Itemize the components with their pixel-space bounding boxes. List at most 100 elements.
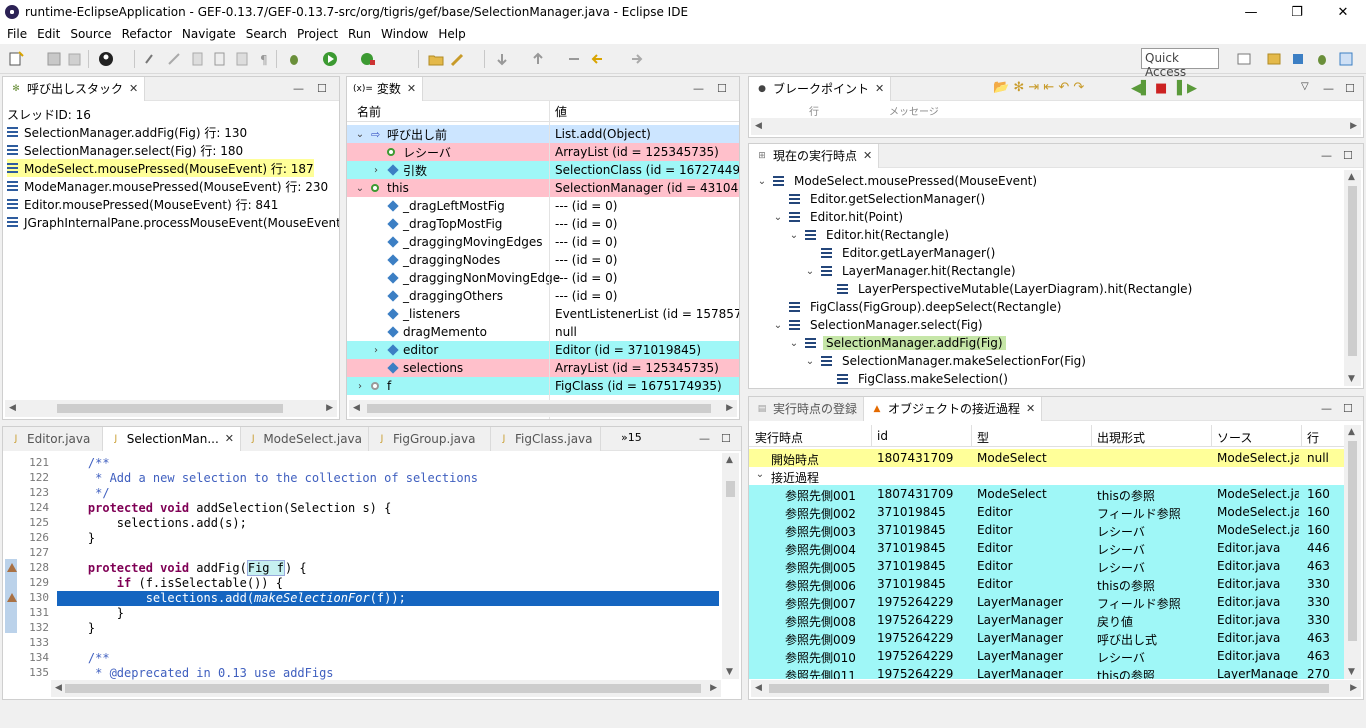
close-icon[interactable]: ✕ — [863, 149, 872, 162]
expand-chevron-icon[interactable]: ⌄ — [803, 356, 817, 367]
expand-chevron-icon[interactable]: ⌄ — [771, 320, 785, 331]
callstack-tab[interactable]: ✻ 呼び出しスタック ✕ — [3, 77, 146, 101]
menu-source[interactable]: Source — [65, 27, 116, 41]
stack-frame[interactable]: ModeManager.mousePressed(MouseEvent) 行: … — [7, 177, 328, 195]
menu-window[interactable]: Window — [376, 27, 433, 41]
value-column-header[interactable]: 値 — [555, 103, 567, 120]
java-ee-perspective-icon[interactable] — [1290, 51, 1306, 67]
tab-figgroup[interactable]: J FigGroup.java — [369, 427, 491, 451]
variable-row[interactable]: dragMemento null — [347, 323, 739, 341]
table-row[interactable]: 開始時点 1807431709 ModeSelect ModeSelect.java n… — [749, 449, 1346, 467]
expand-chevron-icon[interactable]: ⌄ — [753, 469, 767, 480]
variable-row[interactable]: › editor Editor (id = 371019845) — [347, 341, 739, 359]
save-all-icon[interactable] — [66, 51, 82, 67]
tree-node[interactable]: LayerPerspectiveMutable(LayerDiagram).hi… — [749, 280, 1363, 298]
tree-node[interactable]: Editor.getLayerManager() — [749, 244, 1363, 262]
prev-annotation-icon[interactable] — [530, 51, 546, 67]
save-icon[interactable] — [46, 51, 62, 67]
maximize-icon[interactable]: ☐ — [317, 82, 327, 95]
close-button[interactable]: ✕ — [1320, 0, 1366, 24]
minimize-icon[interactable]: — — [1323, 82, 1334, 95]
maximize-icon[interactable]: ☐ — [1343, 149, 1353, 162]
code-line[interactable]: 135 * @deprecated in 0.13 use addFigs — [3, 666, 719, 681]
java-perspective-icon[interactable] — [1266, 51, 1282, 67]
column-divider[interactable] — [1301, 425, 1302, 447]
person-icon[interactable] — [98, 51, 114, 67]
menu-help[interactable]: Help — [433, 27, 470, 41]
code-line[interactable]: 121 /** — [3, 456, 719, 471]
code-editor[interactable]: 121 /** 122 * Add a new selection to the … — [3, 451, 741, 699]
minimize-icon[interactable]: — — [693, 82, 704, 95]
stack-frame[interactable]: SelectionManager.addFig(Fig) 行: 130 — [7, 123, 247, 141]
menu-file[interactable]: File — [2, 27, 32, 41]
column-header[interactable]: 出現形式 — [1097, 429, 1145, 446]
horizontal-scrollbar[interactable]: ◀ ▶ — [751, 118, 1361, 135]
code-line[interactable]: 131 } — [3, 606, 719, 621]
code-line[interactable]: 125 selections.add(s); — [3, 516, 719, 531]
table-row[interactable]: 参照先側011 1975264229 LayerManager thisの参照 Laye… — [749, 665, 1346, 679]
tree-node[interactable]: ⌄ SelectionManager.makeSelectionFor(Fig) — [749, 352, 1363, 370]
table-row[interactable]: 参照先側008 1975264229 LayerManager 戻り値 Editor.j… — [749, 611, 1346, 629]
expand-chevron-icon[interactable]: ⌄ — [755, 176, 769, 187]
variable-row[interactable]: _dragLeftMostFig --- (id = 0) — [347, 197, 739, 215]
horizontal-scrollbar[interactable]: ◀ ▶ — [5, 400, 337, 417]
code-line[interactable]: 130 selections.add(makeSelectionFor(f)); — [29, 591, 719, 606]
stack-frame[interactable]: Editor.mousePressed(MouseEvent) 行: 841 — [7, 195, 278, 213]
tree-node[interactable]: FigClass(FigGroup).deepSelect(Rectangle) — [749, 298, 1363, 316]
terminate-icon[interactable]: ■ — [1155, 81, 1167, 96]
variable-row[interactable]: レシーバ ArrayList (id = 125345735) — [347, 143, 739, 161]
maximize-button[interactable]: ❐ — [1274, 0, 1320, 24]
table-row[interactable]: 参照先側004 371019845 Editor レシーバ Editor.java 446 — [749, 539, 1346, 557]
paragraph-icon[interactable]: ¶ — [256, 51, 272, 67]
forward-icon[interactable] — [628, 51, 644, 67]
document-icon[interactable] — [212, 51, 228, 67]
exec-record-tab[interactable]: ▤ 実行時点の登録 — [749, 397, 865, 421]
vertical-scrollbar[interactable]: ▲ ▼ — [722, 453, 739, 679]
table-row[interactable]: 参照先側010 1975264229 LayerManager レシーバ Editor.… — [749, 647, 1346, 665]
code-line[interactable]: 124 protected void addSelection(Selectio… — [3, 501, 719, 516]
close-icon[interactable]: ✕ — [1026, 402, 1035, 415]
table-row[interactable]: 参照先側002 371019845 Editor フィールド参照 ModeSelect.… — [749, 503, 1346, 521]
expand-chevron-icon[interactable]: › — [369, 165, 383, 176]
expand-chevron-icon[interactable]: › — [369, 345, 383, 356]
minimize-icon[interactable]: — — [699, 432, 710, 445]
table-row[interactable]: 参照先側001 1807431709 ModeSelect thisの参照 ModeSe… — [749, 485, 1346, 503]
close-icon[interactable]: ✕ — [129, 82, 138, 95]
open-folder-icon[interactable] — [428, 51, 444, 67]
code-line[interactable]: 123 */ — [3, 486, 719, 501]
wand-icon[interactable] — [450, 51, 466, 67]
column-header[interactable]: 型 — [977, 429, 989, 446]
tab-editor-java[interactable]: J Editor.java — [3, 427, 103, 451]
tree-node[interactable]: ⌄ SelectionManager.select(Fig) — [749, 316, 1363, 334]
code-line[interactable]: 126 } — [3, 531, 719, 546]
code-line[interactable]: 129 if (f.isSelectable()) { — [3, 576, 719, 591]
expand-chevron-icon[interactable]: ⌄ — [353, 183, 367, 194]
table-row[interactable]: 参照先側003 371019845 Editor レシーバ ModeSelect.jav… — [749, 521, 1346, 539]
table-row[interactable]: 参照先側006 371019845 Editor thisの参照 Editor.java… — [749, 575, 1346, 593]
expand-chevron-icon[interactable]: ⌄ — [787, 338, 801, 349]
view-menu-icon[interactable]: ▽ — [1301, 81, 1309, 92]
column-divider[interactable] — [871, 425, 872, 447]
open-perspective-icon[interactable] — [1236, 51, 1252, 67]
column-header[interactable]: ソース — [1217, 429, 1252, 446]
external-tools-icon[interactable] — [360, 51, 376, 67]
variable-row[interactable]: _draggingOthers --- (id = 0) — [347, 287, 739, 305]
close-icon[interactable]: ✕ — [225, 432, 234, 445]
variable-row[interactable]: selections ArrayList (id = 125345735) — [347, 359, 739, 377]
minimize-icon[interactable]: — — [1321, 402, 1332, 415]
expand-chevron-icon[interactable]: › — [353, 381, 367, 392]
variable-row[interactable]: _draggingNodes --- (id = 0) — [347, 251, 739, 269]
variable-row[interactable]: ⌄ ⇨ 呼び出し前 List.add(Object) — [347, 125, 739, 143]
expand-chevron-icon[interactable]: ⌄ — [787, 230, 801, 241]
variable-row[interactable]: _draggingNonMovingEdge --- (id = 0) — [347, 269, 739, 287]
breakpoint-toolbar-icons[interactable]: 📂 ✻ ⇥ ⇤ ↶ ↷ — [993, 80, 1084, 95]
maximize-icon[interactable]: ☐ — [1345, 82, 1355, 95]
variable-row[interactable]: ⌄ this SelectionManager (id = 4310438) — [347, 179, 739, 197]
maximize-icon[interactable]: ☐ — [721, 432, 731, 445]
stack-frame[interactable]: SelectionManager.select(Fig) 行: 180 — [7, 141, 243, 159]
table-row[interactable]: 参照先側005 371019845 Editor レシーバ Editor.java 463 — [749, 557, 1346, 575]
horizontal-scrollbar[interactable]: ◀ ▶ — [51, 680, 721, 697]
code-line[interactable]: 133 — [3, 636, 719, 651]
menu-search[interactable]: Search — [241, 27, 292, 41]
variable-row[interactable]: _listeners EventListenerList (id = 157857… — [347, 305, 739, 323]
